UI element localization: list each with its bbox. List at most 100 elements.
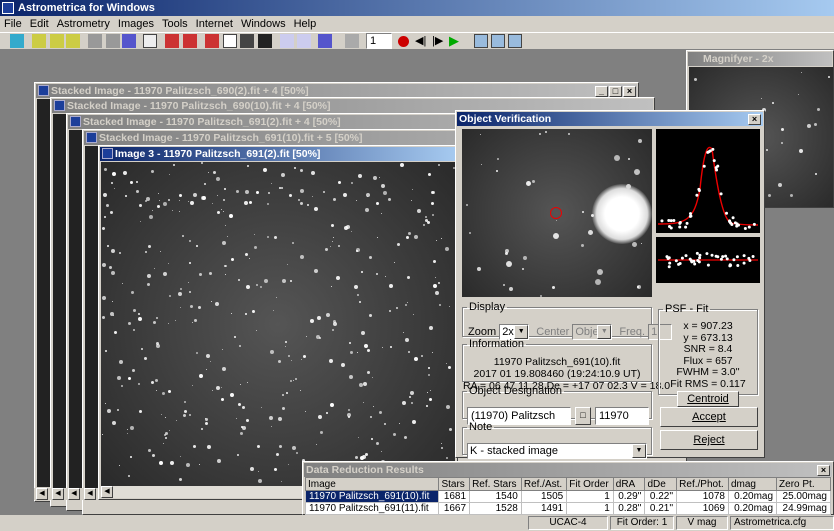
step-back-icon[interactable]: ◀| [415,34,429,48]
column-header[interactable]: Ref. Stars [469,477,522,491]
column-header[interactable]: Stars [438,477,471,491]
star [272,310,274,312]
connect-icon[interactable] [10,34,24,48]
load-images-icon[interactable] [32,34,46,48]
table-row[interactable]: 11970 Palitzsch_691(11).fit 1667 1528 1491 1… [304,502,831,515]
residual-point [719,257,723,261]
star [118,465,120,467]
view-1-icon[interactable] [474,34,488,48]
menu-images[interactable]: Images [114,16,158,32]
star [345,225,350,229]
close-icon[interactable]: × [623,86,636,97]
star [358,436,360,438]
scroll-left-icon[interactable]: ◀ [36,488,48,500]
image-window[interactable]: Image 3 - 11970 Palitzsch_691(2).fit [50… [98,145,458,500]
star [285,345,287,347]
stack-icon[interactable] [165,34,179,48]
menu-edit[interactable]: Edit [26,16,53,32]
column-header[interactable]: Ref./Ast. [520,477,568,491]
star [331,241,333,243]
residual-point [688,257,692,261]
table-cell: 1078 [676,490,729,503]
accept-button[interactable]: Accept [660,407,758,427]
column-header[interactable]: Image [304,477,440,491]
star [117,375,122,380]
scroll-left-icon[interactable]: ◀ [52,488,64,500]
blink-icon[interactable] [122,34,136,48]
scroll-left-icon[interactable]: ◀ [68,488,80,500]
star [235,189,239,193]
copy-icon[interactable] [345,34,359,48]
star [426,391,428,393]
star [151,209,153,211]
star [267,191,270,194]
star [217,459,222,464]
scroll-left-icon[interactable]: ◀ [101,486,113,498]
psf-point [735,224,739,228]
reduce-icon[interactable] [183,34,197,48]
zoom-out-icon[interactable] [297,34,311,48]
filter-icon[interactable] [106,34,120,48]
menu-file[interactable]: File [0,16,26,32]
chevron-down-icon[interactable]: ▼ [632,444,646,458]
star [481,163,483,165]
scroll-left-icon[interactable]: ◀ [84,488,96,500]
reject-button[interactable]: Reject [660,430,758,450]
track-icon[interactable] [143,34,157,48]
star [428,398,432,402]
settings-icon[interactable] [88,34,102,48]
table-row[interactable]: 11970 Palitzsch_691(10).fit 1681 1540 1505 1… [304,490,831,503]
menu-windows[interactable]: Windows [237,16,290,32]
star [372,405,374,407]
view-2-icon[interactable] [491,34,505,48]
note-select[interactable]: K - stacked image ▼ [467,443,647,459]
star [329,403,334,408]
load-dark-icon[interactable] [50,34,64,48]
star [165,436,168,439]
view-3-icon[interactable] [508,34,522,48]
star-icon[interactable] [258,34,272,48]
close-icon[interactable]: × [817,465,830,476]
load-flat-icon[interactable] [66,34,80,48]
dice-icon[interactable] [318,34,332,48]
frame-spinner[interactable]: 1 [366,33,392,49]
image-3-view[interactable] [101,162,455,486]
star [208,171,210,173]
column-header[interactable]: dRA [612,477,646,491]
mark-icon[interactable] [205,34,219,48]
step-forward-icon[interactable]: |▶ [432,34,446,48]
menu-astrometry[interactable]: Astrometry [53,16,114,32]
column-header[interactable]: Ref./Phot. [676,477,729,491]
centroid-button[interactable]: Centroid [677,391,739,407]
column-header[interactable]: Fit Order [566,477,614,491]
column-header[interactable]: dDe [644,477,678,491]
menu-help[interactable]: Help [290,16,321,32]
column-header[interactable]: Zero Pt. [776,477,831,491]
minimize-icon[interactable]: _ [595,86,608,97]
close-icon[interactable]: × [748,114,761,125]
star [224,187,227,190]
star [137,312,140,315]
circle-icon[interactable] [223,34,237,48]
object-icon[interactable] [240,34,254,48]
zoom-in-icon[interactable] [280,34,294,48]
column-header[interactable]: dmag [727,477,778,491]
play-icon[interactable]: ▶ [449,34,463,48]
star [231,257,235,261]
star [432,284,437,289]
star [781,141,784,144]
residual-point [696,259,700,263]
star [171,210,173,212]
object-verification-dialog[interactable]: Object Verification × Display Zoom 2x ▼ Ce… [455,110,765,459]
record-icon[interactable] [398,36,409,47]
menu-tools[interactable]: Tools [158,16,192,32]
menu-internet[interactable]: Internet [192,16,237,32]
maximize-icon[interactable]: □ [609,86,622,97]
star [105,403,107,405]
chevron-down-icon[interactable]: ▼ [514,325,529,339]
results-window[interactable]: Data Reduction Results × Image Stars Ref. S… [302,461,834,515]
star [198,272,202,276]
star [778,183,783,188]
star [428,325,433,330]
star [553,232,560,239]
